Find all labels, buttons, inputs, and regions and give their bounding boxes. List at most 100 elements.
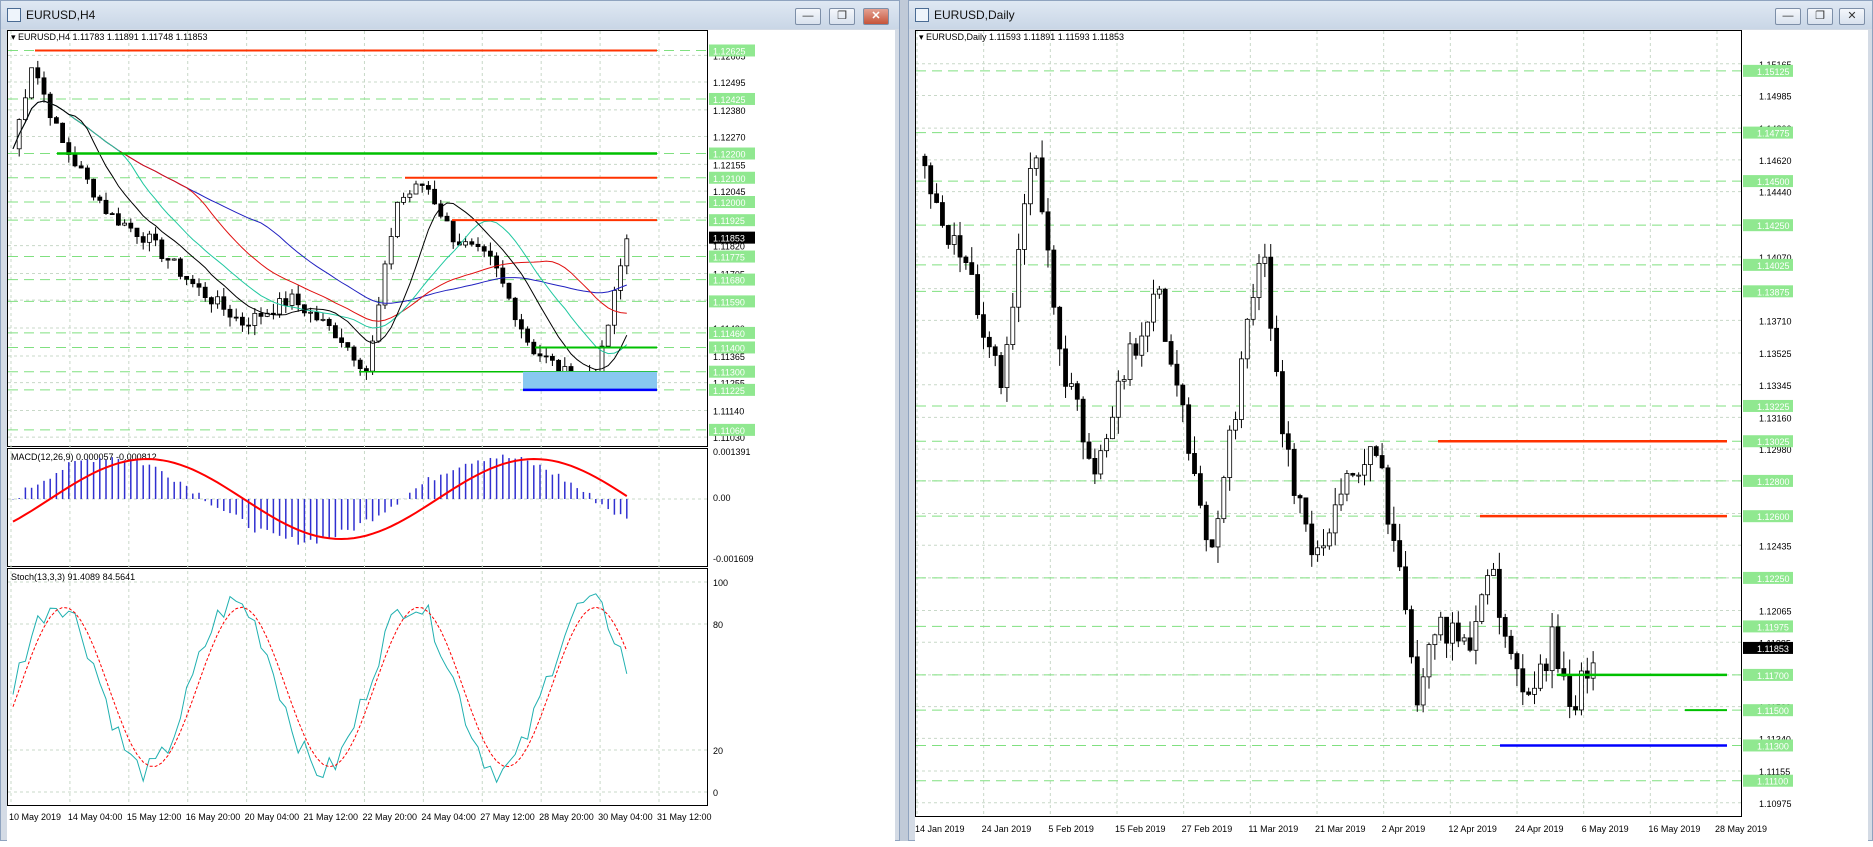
h4-level-tag-label: 1.11680 (713, 276, 745, 286)
h4-candle-body (277, 298, 283, 315)
h4-window-title: EURUSD,H4 (26, 8, 96, 22)
daily-candle-body (1403, 566, 1408, 611)
h4-candle-body (122, 222, 127, 226)
h4-candle-body (605, 324, 611, 347)
daily-candle-body (1139, 335, 1145, 356)
daily-level-tag-label: 1.11500 (1757, 706, 1789, 716)
daily-candle-body (1057, 306, 1063, 350)
close-button[interactable]: ✕ (863, 8, 889, 25)
daily-candle-body (1215, 518, 1221, 548)
h4-candle-body (487, 250, 493, 257)
daily-candle-body (1121, 379, 1127, 382)
daily-candle-body (1467, 637, 1473, 651)
h4-candle-body (78, 165, 84, 169)
daily-candle-body (1045, 211, 1051, 251)
h4-price-tick-label: 1.12270 (713, 133, 746, 143)
h4-level-tag-label: 1.12425 (713, 95, 746, 105)
h4-candle-body (91, 178, 96, 198)
daily-candle-body (1221, 477, 1227, 520)
h4-candle-body (612, 290, 617, 326)
daily-time-tick-label: 6 May 2019 (1582, 824, 1629, 834)
h4-level-tag-label: 1.11925 (713, 216, 745, 226)
daily-candle-body (940, 202, 945, 226)
h4-candle-body (481, 246, 487, 252)
h4-candle-body (506, 282, 512, 299)
h4-candle-body (463, 241, 469, 246)
daily-candle-body (1473, 621, 1479, 651)
h4-candle-body (320, 318, 326, 321)
h4-price-tick-label: 1.12045 (713, 187, 746, 197)
daily-candle-body (1110, 416, 1115, 440)
daily-time-tick-label: 24 Jan 2019 (982, 824, 1032, 834)
h4-candle-body (475, 243, 481, 248)
h4-candle-body (624, 238, 630, 267)
daily-candle-body (1145, 321, 1151, 337)
h4-chart-svg[interactable]: 1.126051.124951.123801.122701.121551.120… (7, 30, 895, 842)
h4-time-tick-label: 10 May 2019 (9, 812, 61, 822)
daily-price-tick-label: 1.13345 (1759, 381, 1792, 391)
daily-candle-body (1192, 453, 1197, 475)
daily-candle-body (1168, 341, 1174, 365)
daily-time-tick-label: 24 Apr 2019 (1515, 824, 1564, 834)
h4-candle-body (239, 316, 245, 326)
daily-time-tick-label: 15 Feb 2019 (1115, 824, 1166, 834)
h4-candle-body (413, 183, 419, 195)
h4-candle-body (134, 227, 140, 237)
h4-level-tag-label: 1.11060 (713, 426, 745, 436)
daily-candle-body (1385, 467, 1391, 525)
daily-price-tick-label: 1.13710 (1759, 316, 1792, 326)
minimize-button[interactable]: — (1775, 8, 1801, 25)
h4-candle-body (22, 97, 28, 120)
h4-candle-body (72, 154, 78, 167)
h4-candle-body (363, 368, 369, 372)
restore-button[interactable]: ❐ (1807, 8, 1833, 25)
daily-candle-body (1397, 540, 1403, 568)
daily-candle-body (1010, 306, 1016, 345)
h4-candle-body (47, 93, 53, 119)
daily-candle-body (1209, 539, 1215, 548)
h4-candle-body (252, 312, 258, 326)
daily-candle-body (1291, 448, 1297, 496)
h4-background (7, 30, 895, 842)
daily-level-tag-label: 1.14250 (1757, 221, 1790, 231)
h4-stoch-tick-label: 20 (713, 746, 723, 756)
daily-time-tick-label: 28 May 2019 (1715, 824, 1767, 834)
h4-stoch-tick-label: 80 (713, 620, 723, 630)
h4-titlebar[interactable]: EURUSD,H4 — ❐ ✕ (1, 1, 899, 29)
daily-price-tick-label: 1.13160 (1759, 413, 1792, 423)
daily-candle-body (1197, 473, 1203, 506)
h4-chart-area[interactable]: 1.126051.124951.123801.122701.121551.120… (7, 30, 895, 842)
close-button[interactable]: ✕ (1839, 8, 1865, 25)
daily-chart-svg[interactable]: 1.151651.149851.148001.146201.144401.140… (915, 30, 1868, 842)
h4-candle-body (184, 275, 190, 280)
restore-button[interactable]: ❐ (829, 8, 855, 25)
h4-candle-body (221, 296, 227, 310)
h4-header-symbol: ▾ EURUSD,H4 1.11783 1.11891 1.11748 1.11… (11, 32, 208, 42)
daily-candle-body (1444, 616, 1449, 644)
daily-price-tick-label: 1.12435 (1759, 541, 1792, 551)
daily-candle-body (1303, 497, 1309, 525)
daily-candle-body (1420, 676, 1426, 706)
h4-candle-body (394, 201, 400, 237)
daily-candle-body (1414, 656, 1420, 706)
h4-level-tag-label: 1.12200 (713, 150, 746, 160)
daily-candle-body (1063, 348, 1068, 387)
daily-level-tag-label: 1.12600 (1757, 512, 1790, 522)
daily-candle-body (992, 346, 998, 356)
daily-candle-body (1309, 523, 1315, 556)
daily-candle-body (1356, 474, 1362, 477)
h4-current-price-label: 1.11853 (713, 234, 745, 244)
daily-window-title: EURUSD,Daily (934, 8, 1015, 22)
h4-time-tick-label: 14 May 04:00 (68, 812, 123, 822)
daily-chart-window[interactable]: EURUSD,Daily — ❐ ✕ 1.151651.149851.14800… (908, 0, 1873, 842)
chart-window-icon (7, 8, 21, 22)
daily-chart-area[interactable]: 1.151651.149851.148001.146201.144401.140… (915, 30, 1868, 842)
h4-chart-window[interactable]: EURUSD,H4 — ❐ ✕ 1.126051.124951.123801.1… (0, 0, 900, 842)
h4-time-tick-label: 28 May 20:00 (539, 812, 594, 822)
daily-titlebar[interactable]: EURUSD,Daily — ❐ ✕ (909, 1, 1872, 29)
daily-candle-body (1567, 675, 1573, 707)
h4-candle-body (29, 67, 35, 99)
daily-candle-body (1537, 663, 1543, 689)
minimize-button[interactable]: — (795, 8, 821, 25)
h4-candle-body (388, 236, 394, 265)
